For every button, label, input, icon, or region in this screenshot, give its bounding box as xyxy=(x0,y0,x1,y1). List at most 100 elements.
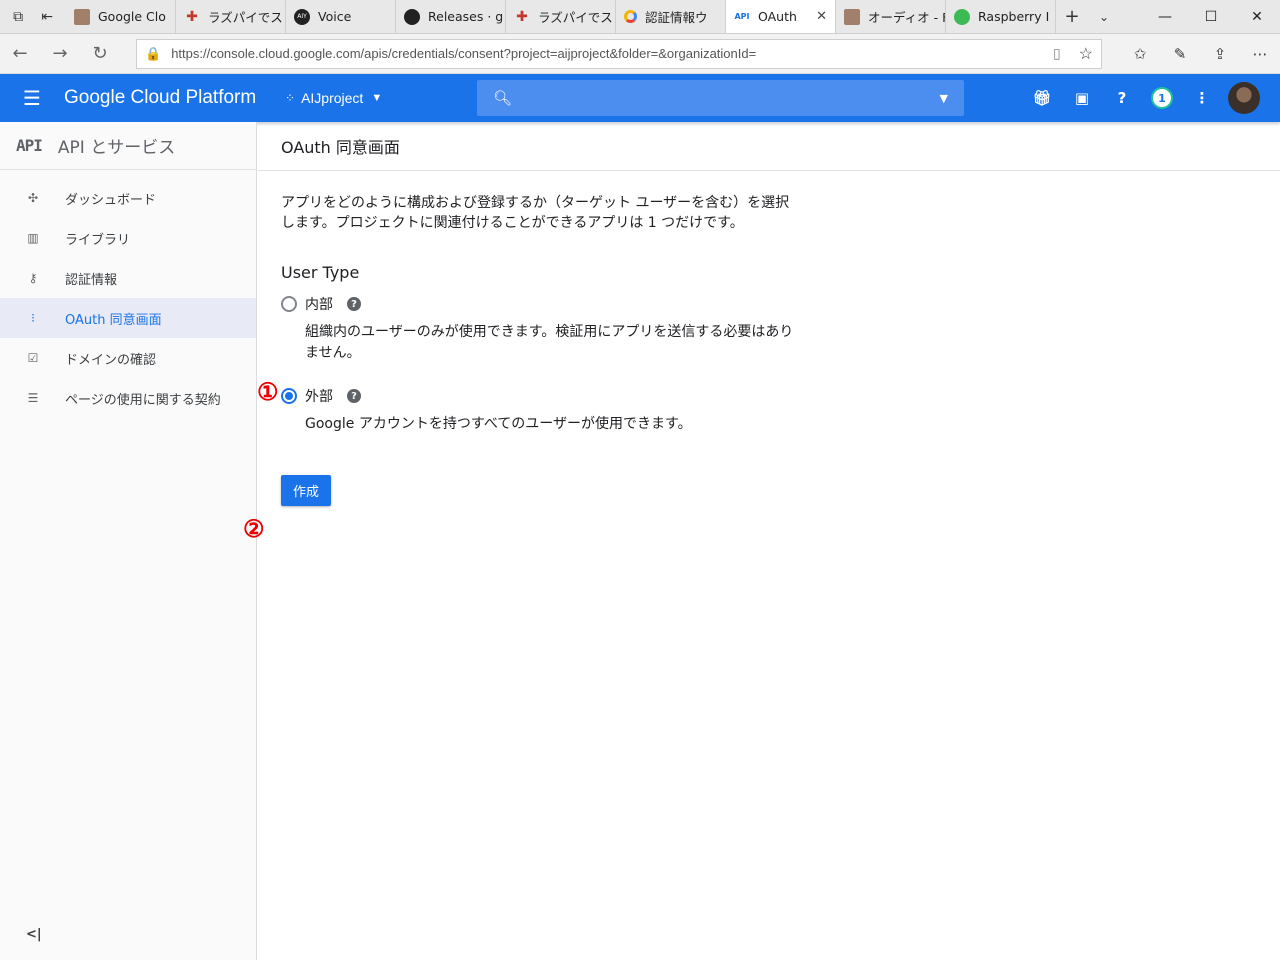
option-description: Google アカウントを持つすべてのユーザーが使用できます。 xyxy=(305,416,692,432)
option-description: 組織内のユーザーのみが使用できます。検証用にアプリを送信する必要はありません。 xyxy=(305,324,794,361)
consent-form: アプリをどのように構成および登録するか（ターゲット ユーザーを含む）を選択します… xyxy=(258,171,1280,506)
raspberry-favicon-icon xyxy=(954,8,970,25)
sidebar-item-label: 認証情報 xyxy=(65,272,118,288)
github-favicon-icon xyxy=(404,8,420,25)
brand-title[interactable]: Google Cloud Platform xyxy=(64,87,279,109)
sidebar-item-label: ライブラリ xyxy=(65,232,131,248)
search-input[interactable]: 🔍︎ ▼ xyxy=(477,80,964,116)
browser-tab-bar: ⧉ ⇤ Google Clo ✚ ラズパイでス AIY Voice Releas… xyxy=(0,0,1280,34)
back-icon[interactable]: ← xyxy=(0,43,40,64)
dashboard-icon: ✣ xyxy=(27,191,39,205)
menu-icon[interactable]: ☰ xyxy=(0,86,64,110)
minimize-icon[interactable]: — xyxy=(1142,9,1188,25)
url-text: https://console.cloud.google.com/apis/cr… xyxy=(171,46,757,61)
close-tab-icon[interactable]: ✕ xyxy=(810,9,827,24)
sidebar-item-page-usage-agreements[interactable]: ☰ ページの使用に関する契約 xyxy=(0,378,256,418)
search-icon: 🔍︎ xyxy=(493,89,513,107)
internal-radio[interactable] xyxy=(281,296,297,312)
browser-tab[interactable]: ✚ ラズパイでス xyxy=(506,0,616,33)
avatar-favicon-icon xyxy=(844,8,860,25)
sidebar-item-label: OAuth 同意画面 xyxy=(65,312,162,328)
cloud-shell-icon[interactable]: ▣ xyxy=(1062,89,1102,107)
collapse-sidebar-icon[interactable]: <| xyxy=(26,927,42,942)
browser-tab[interactable]: AIY Voice xyxy=(286,0,396,33)
help-icon[interactable]: ? xyxy=(347,297,361,311)
sidebar-item-oauth-consent[interactable]: ⁝ OAuth 同意画面 xyxy=(0,298,256,338)
sidebar-item-label: ページの使用に関する契約 xyxy=(65,392,221,408)
avatar[interactable] xyxy=(1228,82,1260,114)
tab-label: オーディオ - F xyxy=(868,10,946,25)
domain-check-icon: ☑ xyxy=(27,351,39,365)
caret-down-icon[interactable]: ▼ xyxy=(940,92,948,105)
page-title: OAuth 同意画面 xyxy=(258,122,1280,171)
sidebar-item-dashboard[interactable]: ✣ ダッシュボード xyxy=(0,178,256,218)
step-2-annotation: ② xyxy=(243,514,265,543)
gift-icon[interactable]: 🎁︎ xyxy=(1022,89,1062,107)
notification-badge: 1 xyxy=(1151,87,1173,109)
option-external[interactable]: 外部 ? xyxy=(281,386,1280,406)
consent-icon: ⁝ xyxy=(31,311,35,325)
favorite-star-icon[interactable]: ☆ xyxy=(1079,44,1093,64)
tab-label: ラズパイでス xyxy=(538,10,613,25)
set-tabs-aside-icon[interactable]: ⇤ xyxy=(41,9,53,25)
step-1-annotation: ① xyxy=(257,377,279,406)
sidebar-item-label: ダッシュボード xyxy=(65,192,157,208)
library-icon: ▥ xyxy=(27,231,39,245)
tabs-aside-icon[interactable]: ⧉ xyxy=(13,9,23,25)
gcp-favicon-icon xyxy=(624,10,637,23)
forward-icon[interactable]: → xyxy=(40,43,80,64)
share-icon[interactable]: ⇪ xyxy=(1200,45,1240,63)
refresh-icon[interactable]: ↻ xyxy=(80,43,120,64)
new-tab-icon[interactable]: + xyxy=(1056,0,1088,33)
project-selector[interactable]: ⁘ AIJproject ▼ xyxy=(285,90,477,106)
reading-view-icon[interactable]: ▯ xyxy=(1053,45,1061,62)
tab-actions: ⧉ ⇤ xyxy=(0,0,66,33)
browser-tab-active[interactable]: API OAuth ✕ xyxy=(726,0,836,33)
sidebar-nav: ✣ ダッシュボード ▥ ライブラリ ⚷ 認証情報 ⁝ OAuth 同意画面 ☑ … xyxy=(0,170,256,418)
sidebar-item-library[interactable]: ▥ ライブラリ xyxy=(0,218,256,258)
help-icon[interactable]: ? xyxy=(347,389,361,403)
caret-down-icon: ▼ xyxy=(371,92,383,104)
key-icon: ⚷ xyxy=(28,271,38,285)
project-icon: ⁘ xyxy=(285,91,296,105)
favorites-icon[interactable]: ✩ xyxy=(1120,45,1160,63)
sidebar-item-label: ドメインの確認 xyxy=(65,352,157,368)
header-actions: 🎁︎ ▣ ? 1 ⋮ xyxy=(1022,82,1280,114)
maximize-icon[interactable]: ☐ xyxy=(1188,9,1234,25)
address-bar: ← → ↻ 🔒 https://console.cloud.google.com… xyxy=(0,34,1280,74)
more-vert-icon[interactable]: ⋮ xyxy=(1182,89,1222,107)
tab-label: 認証情報ウ xyxy=(645,10,708,25)
sidebar-item-credentials[interactable]: ⚷ 認証情報 xyxy=(0,258,256,298)
sidebar-item-domain-verification[interactable]: ☑ ドメインの確認 xyxy=(0,338,256,378)
window-controls: — ☐ ✕ xyxy=(1142,0,1280,33)
option-internal[interactable]: 内部 ? xyxy=(281,294,1280,314)
plus-cross-favicon-icon: ✚ xyxy=(186,8,198,25)
chevron-down-icon[interactable]: ⌄ xyxy=(1088,0,1120,33)
help-icon[interactable]: ? xyxy=(1102,89,1142,107)
intro-text: アプリをどのように構成および登録するか（ターゲット ユーザーを含む）を選択します… xyxy=(281,195,790,231)
lock-icon: 🔒 xyxy=(145,45,162,61)
external-radio[interactable] xyxy=(281,388,297,404)
browser-tab[interactable]: ✚ ラズパイでス xyxy=(176,0,286,33)
sidebar-header: API API とサービス xyxy=(0,122,256,170)
browser-tab[interactable]: Raspberry I xyxy=(946,0,1056,33)
browser-tab[interactable]: 認証情報ウ xyxy=(616,0,726,33)
aiy-favicon-icon: AIY xyxy=(294,8,310,25)
tab-label: Raspberry I xyxy=(978,9,1050,24)
browser-tab[interactable]: Releases · g xyxy=(396,0,506,33)
notifications-button[interactable]: 1 xyxy=(1142,87,1182,109)
url-field[interactable]: 🔒 https://console.cloud.google.com/apis/… xyxy=(136,38,1102,69)
browser-tab[interactable]: オーディオ - F xyxy=(836,0,946,33)
plus-cross-favicon-icon: ✚ xyxy=(516,8,528,25)
pen-icon[interactable]: ✎ xyxy=(1160,45,1200,63)
gcp-header: ☰ Google Cloud Platform ⁘ AIJproject ▼ 🔍… xyxy=(0,74,1280,122)
option-label: 外部 xyxy=(305,389,333,405)
close-window-icon[interactable]: ✕ xyxy=(1234,9,1280,25)
more-icon[interactable]: ⋯ xyxy=(1240,45,1280,63)
user-type-heading: User Type xyxy=(281,263,360,282)
tab-label: Voice xyxy=(318,9,352,24)
page-settings-icon: ☰ xyxy=(27,391,39,405)
create-button[interactable]: 作成 xyxy=(281,475,331,506)
avatar-favicon-icon xyxy=(74,8,90,25)
browser-tab[interactable]: Google Clo xyxy=(66,0,176,33)
